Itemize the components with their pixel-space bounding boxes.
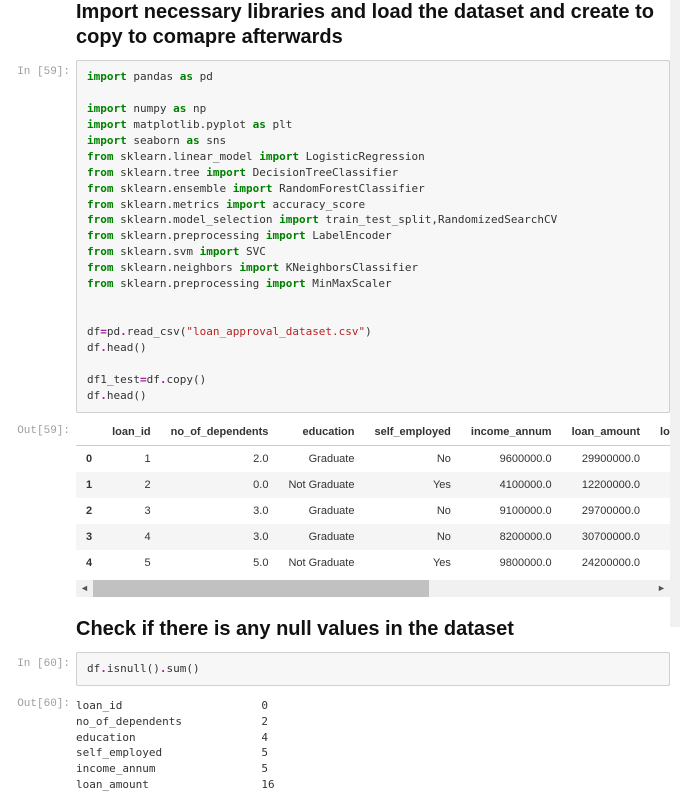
table-cell: 8.0 [650,472,670,498]
table-cell: 2 [102,472,161,498]
table-cell: 20.0 [650,550,670,576]
table-header: education [278,419,364,446]
table-header: loan_term [650,419,670,446]
table-cell: 0.0 [161,472,279,498]
table-cell: 29900000.0 [562,445,650,472]
horizontal-scrollbar[interactable]: ◄ ► [76,580,670,597]
code-cell-60: In [60]: df.isnull().sum() [0,652,670,686]
dataframe-table: loan_idno_of_dependentseducationself_emp… [76,419,670,576]
table-cell: Graduate [278,445,364,472]
table-cell: 8.0 [650,524,670,550]
scrollbar-thumb[interactable] [93,580,429,597]
row-index: 4 [76,550,102,576]
row-index: 1 [76,472,102,498]
table-cell: 9600000.0 [461,445,562,472]
table-cell: 8200000.0 [461,524,562,550]
section-heading-imports: Import necessary libraries and load the … [0,0,670,60]
dataframe-output: loan_idno_of_dependentseducationself_emp… [76,419,670,576]
table-cell: Not Graduate [278,472,364,498]
table-cell: No [364,524,460,550]
table-row: 455.0Not GraduateYes9800000.024200000.02… [76,550,670,576]
table-cell: 1 [102,445,161,472]
table-cell: 9800000.0 [461,550,562,576]
table-row: 012.0GraduateNo9600000.029900000.012.077… [76,445,670,472]
table-cell: 9100000.0 [461,498,562,524]
table-header [76,419,102,446]
table-cell: 3.0 [161,498,279,524]
row-index: 0 [76,445,102,472]
table-cell: 29700000.0 [562,498,650,524]
table-header: loan_id [102,419,161,446]
table-header: loan_amount [562,419,650,446]
code-cell-59: In [59]: import pandas as pd import nump… [0,60,670,413]
prompt-out-59: Out[59]: [0,419,76,437]
table-cell: 3 [102,498,161,524]
section-heading-nulls: Check if there is any null values in the… [0,603,670,652]
code-input-59[interactable]: import pandas as pd import numpy as np i… [76,60,670,413]
output-cell-60: Out[60]: loan_id 0 no_of_dependents 2 ed… [0,692,670,794]
table-header: no_of_dependents [161,419,279,446]
scrollbar-track[interactable] [93,580,653,597]
table-cell: 3.0 [161,524,279,550]
table-row: 120.0Not GraduateYes4100000.012200000.08… [76,472,670,498]
table-cell: Yes [364,550,460,576]
table-cell: 24200000.0 [562,550,650,576]
table-row: 233.0GraduateNo9100000.029700000.020.050… [76,498,670,524]
table-header: income_annum [461,419,562,446]
table-cell: No [364,498,460,524]
table-cell: 4 [102,524,161,550]
table-cell: Yes [364,472,460,498]
table-cell: Not Graduate [278,550,364,576]
table-cell: 12.0 [650,445,670,472]
table-cell: 5.0 [161,550,279,576]
row-index: 3 [76,524,102,550]
table-header: self_employed [364,419,460,446]
table-cell: 12200000.0 [562,472,650,498]
output-cell-59: Out[59]: loan_idno_of_dependentseducatio… [0,419,670,597]
scroll-right-arrow-icon[interactable]: ► [653,580,670,597]
table-cell: No [364,445,460,472]
prompt-in-60: In [60]: [0,652,76,670]
table-cell: 20.0 [650,498,670,524]
table-cell: 30700000.0 [562,524,650,550]
table-row: 343.0GraduateNo8200000.030700000.08.0467… [76,524,670,550]
row-index: 2 [76,498,102,524]
prompt-in-59: In [59]: [0,60,76,78]
code-input-60[interactable]: df.isnull().sum() [76,652,670,686]
prompt-out-60: Out[60]: [0,692,76,710]
null-sum-output: loan_id 0 no_of_dependents 2 education 4… [76,698,670,794]
table-cell: 4100000.0 [461,472,562,498]
scroll-left-arrow-icon[interactable]: ◄ [76,580,93,597]
table-cell: Graduate [278,524,364,550]
table-cell: Graduate [278,498,364,524]
table-cell: 5 [102,550,161,576]
vertical-scrollbar-gutter[interactable] [670,0,680,627]
table-cell: 2.0 [161,445,279,472]
